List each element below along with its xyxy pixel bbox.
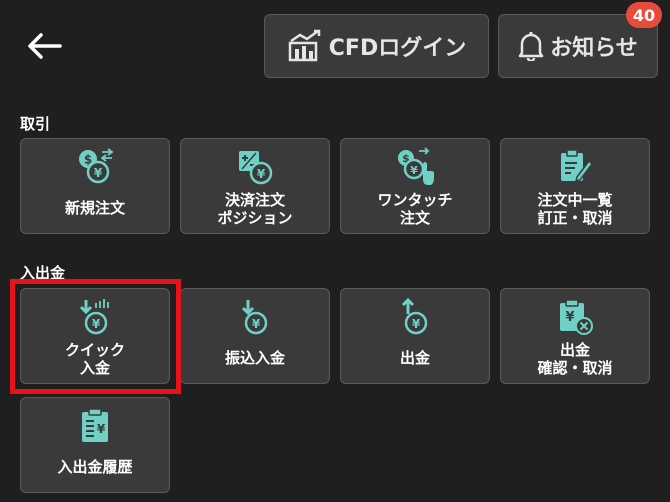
tile-label: 出金 確認・取消: [537, 341, 613, 377]
cfd-login-button[interactable]: CFDログイン: [264, 14, 489, 78]
cfd-login-label: CFDログイン: [328, 36, 467, 61]
tile-withdraw-confirm-cancel[interactable]: ¥ 出金 確認・取消: [500, 288, 650, 384]
svg-text:¥: ¥: [565, 310, 574, 325]
tile-new-order[interactable]: $ ¥ 新規注文: [20, 138, 170, 234]
one-touch-tap-icon: $ ¥: [395, 147, 435, 187]
arrow-left-icon: [28, 33, 62, 59]
tile-order-list[interactable]: 注文中一覧 訂正・取消: [500, 138, 650, 234]
order-list-edit-icon: [555, 147, 595, 187]
yen-dollar-exchange-icon: $ ¥: [75, 147, 115, 187]
tile-label: クイック 入金: [64, 341, 125, 377]
tile-label: 入出金履歴: [57, 458, 133, 476]
quick-deposit-icon: ¥: [75, 297, 115, 337]
transfer-deposit-icon: ¥: [235, 297, 275, 337]
svg-text:¥: ¥: [97, 422, 106, 436]
tile-settle-position[interactable]: ¥ 決済注文 ポジション: [180, 138, 330, 234]
svg-text:¥: ¥: [410, 164, 418, 177]
deposit-history-icon: ¥: [75, 406, 115, 446]
svg-text:¥: ¥: [252, 317, 261, 331]
svg-text:¥: ¥: [412, 317, 421, 331]
notice-count-badge: 40: [626, 2, 662, 28]
tile-one-touch-order[interactable]: $ ¥ ワンタッチ 注文: [340, 138, 490, 234]
deposit-section-label: 入出金: [20, 264, 66, 282]
withdraw-cancel-icon: ¥: [555, 297, 595, 337]
svg-text:¥: ¥: [257, 167, 266, 181]
tile-transfer-deposit[interactable]: ¥ 振込入金: [180, 288, 330, 384]
tile-deposit-history[interactable]: ¥ 入出金履歴: [20, 397, 170, 493]
tile-quick-deposit[interactable]: ¥ クイック 入金: [20, 288, 170, 384]
trade-section-label: 取引: [20, 115, 51, 133]
tile-label: 注文中一覧 訂正・取消: [537, 191, 613, 227]
notice-label: お知らせ: [550, 36, 638, 61]
svg-text:¥: ¥: [92, 317, 101, 331]
withdraw-icon: ¥: [395, 297, 435, 337]
bell-icon: [518, 32, 544, 61]
tile-label: ワンタッチ 注文: [377, 191, 453, 227]
tile-label: 出金: [399, 349, 430, 367]
svg-text:¥: ¥: [94, 166, 103, 180]
tile-label: 決済注文 ポジション: [217, 191, 293, 227]
tile-withdraw[interactable]: ¥ 出金: [340, 288, 490, 384]
plus-minus-settle-icon: ¥: [235, 147, 275, 187]
tile-label: 振込入金: [224, 349, 285, 367]
back-button[interactable]: [22, 28, 66, 64]
tile-label: 新規注文: [64, 199, 125, 217]
chart-building-icon: [288, 29, 321, 62]
